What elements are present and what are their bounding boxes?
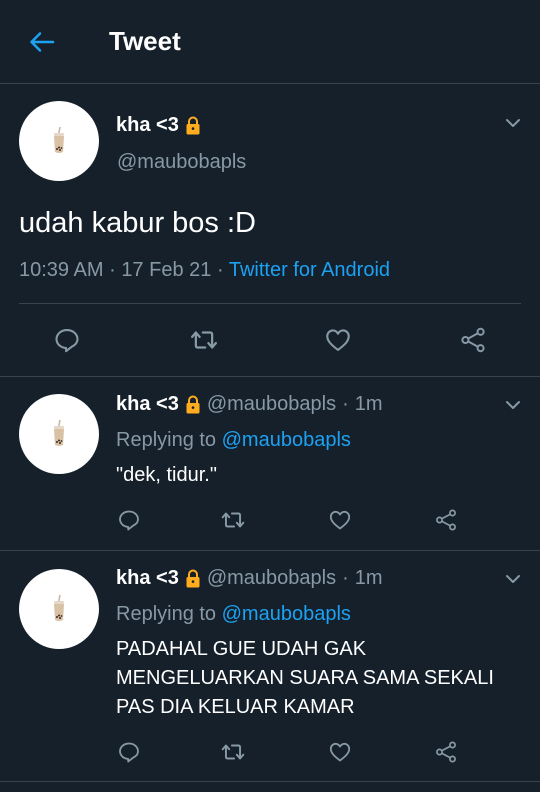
page-title: Tweet bbox=[109, 26, 181, 56]
author-name[interactable]: kha <3 bbox=[116, 567, 179, 590]
tweet-meta: 10:39 AM · 17 Feb 21 · Twitter for Andro… bbox=[19, 259, 390, 282]
reply-tweet[interactable]: kha <3 @maubobapls · 1m Replying to @mau… bbox=[0, 377, 540, 551]
reply-button[interactable] bbox=[116, 507, 142, 533]
meta-separator: · bbox=[216, 259, 224, 281]
reply-icon bbox=[117, 508, 141, 532]
mention-link[interactable]: @maubobapls bbox=[222, 429, 351, 451]
like-button[interactable] bbox=[323, 325, 353, 355]
reply-icon bbox=[117, 740, 141, 764]
retweet-button[interactable] bbox=[189, 325, 219, 355]
retweet-icon bbox=[220, 739, 246, 765]
tweet-age: 1m bbox=[354, 567, 383, 589]
back-button[interactable] bbox=[26, 28, 58, 56]
lock-icon bbox=[185, 395, 201, 415]
replying-to-label: Replying to bbox=[116, 429, 217, 451]
lock-icon bbox=[185, 116, 201, 136]
share-button[interactable] bbox=[433, 739, 459, 765]
author-handle[interactable]: @maubobapls bbox=[207, 567, 336, 590]
mention-link[interactable]: @maubobapls bbox=[222, 603, 351, 625]
share-button[interactable] bbox=[433, 507, 459, 533]
divider bbox=[19, 303, 521, 304]
reply-button[interactable] bbox=[116, 739, 142, 765]
author-name[interactable]: kha <3 bbox=[116, 114, 179, 137]
main-tweet: kha <3 @maubobapls udah kabur bos :D 10:… bbox=[0, 85, 540, 377]
reply-icon bbox=[53, 326, 81, 354]
retweet-icon bbox=[189, 325, 219, 355]
tweet-author: kha <3 bbox=[116, 114, 201, 137]
replying-to: Replying to @maubobapls bbox=[116, 429, 351, 452]
tweet-age: 1m bbox=[354, 393, 383, 415]
meta-separator: · bbox=[109, 259, 116, 281]
top-app-bar: Tweet bbox=[0, 0, 540, 84]
tweet-text: udah kabur bos :D bbox=[19, 207, 256, 239]
reply-tweet[interactable]: kha <3 @maubobapls · 1m Replying to @mau… bbox=[0, 551, 540, 792]
retweet-button[interactable] bbox=[220, 739, 246, 765]
tweet-text: PADAHAL GUE UDAH GAK MENGELUARKAN SUARA … bbox=[116, 638, 494, 718]
author-handle[interactable]: @maubobapls bbox=[117, 151, 246, 174]
reply-header: kha <3 @maubobapls · 1m bbox=[116, 567, 383, 590]
heart-icon bbox=[328, 508, 352, 532]
avatar[interactable] bbox=[19, 394, 99, 474]
tweet-time: 10:39 AM bbox=[19, 259, 104, 281]
chevron-down-icon bbox=[503, 569, 523, 589]
tweet-text: "dek, tidur." bbox=[116, 464, 217, 486]
share-icon bbox=[434, 508, 458, 532]
avatar[interactable] bbox=[19, 101, 99, 181]
replying-to: Replying to @maubobapls bbox=[116, 603, 351, 626]
chevron-down-icon bbox=[503, 113, 523, 133]
bubble-tea-avatar bbox=[49, 594, 69, 624]
heart-icon bbox=[324, 326, 352, 354]
like-button[interactable] bbox=[327, 739, 353, 765]
arrow-left-icon bbox=[30, 32, 55, 52]
reply-header: kha <3 @maubobapls · 1m bbox=[116, 393, 383, 416]
share-button[interactable] bbox=[458, 325, 488, 355]
meta-separator: · bbox=[342, 393, 349, 415]
tweet-source-link[interactable]: Twitter for Android bbox=[229, 259, 390, 281]
share-icon bbox=[434, 740, 458, 764]
heart-icon bbox=[328, 740, 352, 764]
bubble-tea-avatar bbox=[49, 419, 69, 449]
tweet-options-button[interactable] bbox=[503, 395, 523, 415]
tweet-options-button[interactable] bbox=[503, 569, 523, 589]
meta-separator: · bbox=[342, 567, 349, 589]
share-icon bbox=[459, 326, 487, 354]
lock-icon bbox=[185, 569, 201, 589]
author-name[interactable]: kha <3 bbox=[116, 393, 179, 416]
avatar[interactable] bbox=[19, 569, 99, 649]
replying-to-label: Replying to bbox=[116, 603, 217, 625]
reply-button[interactable] bbox=[52, 325, 82, 355]
chevron-down-icon bbox=[503, 395, 523, 415]
tweet-options-button[interactable] bbox=[503, 113, 523, 133]
bubble-tea-avatar bbox=[49, 126, 69, 156]
author-handle[interactable]: @maubobapls bbox=[207, 393, 336, 416]
retweet-icon bbox=[220, 507, 246, 533]
like-button[interactable] bbox=[327, 507, 353, 533]
tweet-date: 17 Feb 21 bbox=[121, 259, 212, 281]
retweet-button[interactable] bbox=[220, 507, 246, 533]
divider bbox=[0, 781, 540, 782]
